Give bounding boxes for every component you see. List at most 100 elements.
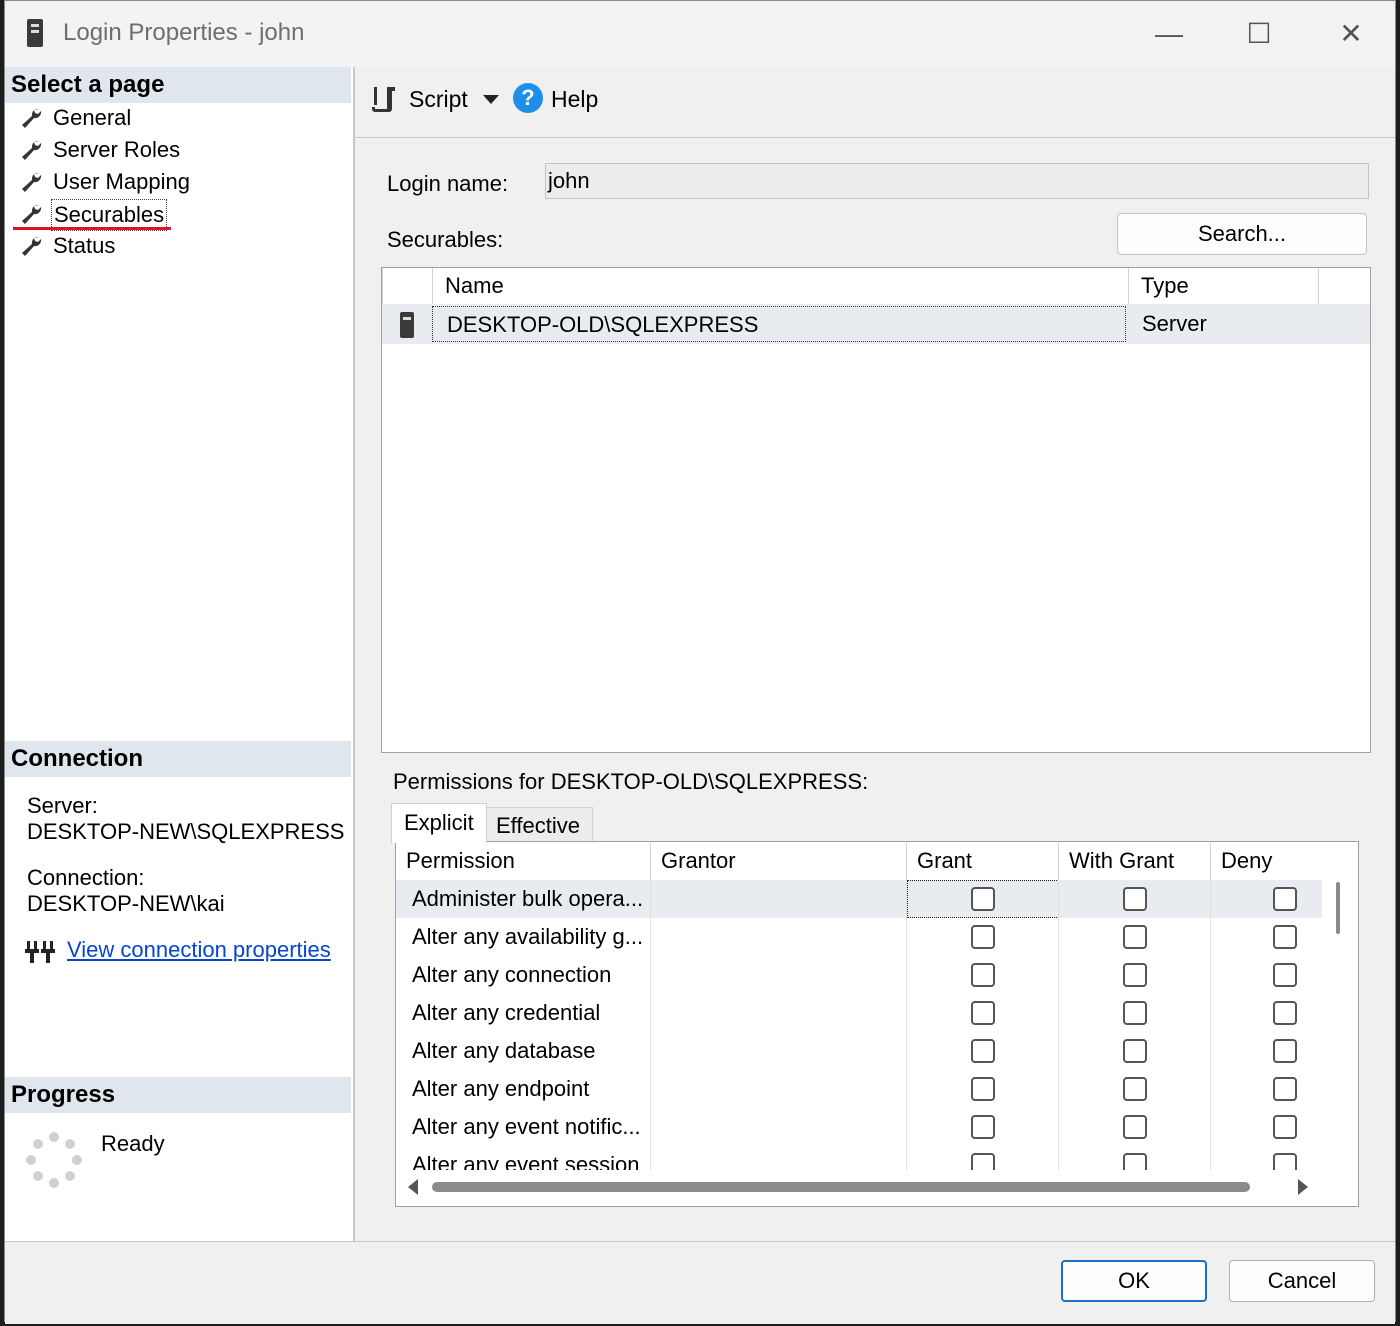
column-header-grant[interactable]: Grant bbox=[906, 842, 1058, 880]
cell-grantor bbox=[650, 994, 906, 1032]
minimize-button[interactable]: — bbox=[1149, 17, 1189, 51]
column-header-grantor[interactable]: Grantor bbox=[650, 842, 906, 880]
view-connection-properties-link[interactable]: View connection properties bbox=[67, 937, 331, 963]
table-row[interactable]: Alter any availability g... bbox=[396, 918, 1322, 956]
nav-item-label: Server Roles bbox=[53, 137, 181, 162]
grant-checkbox[interactable] bbox=[971, 1001, 995, 1025]
with-grant-checkbox[interactable] bbox=[1123, 1001, 1147, 1025]
maximize-button[interactable]: ☐ bbox=[1239, 17, 1279, 51]
cell-grantor bbox=[650, 1070, 906, 1108]
deny-checkbox[interactable] bbox=[1273, 1039, 1297, 1063]
permissions-grid-header: Permission Grantor Grant With Grant Deny bbox=[396, 842, 1322, 880]
active-page-underline bbox=[13, 227, 171, 230]
ok-button[interactable]: OK bbox=[1061, 1260, 1207, 1302]
cell-deny bbox=[1210, 956, 1322, 994]
cell-with-grant bbox=[1058, 1032, 1210, 1070]
cell-with-grant bbox=[1058, 994, 1210, 1032]
cell-with-grant bbox=[1058, 880, 1210, 918]
cell-grant bbox=[906, 1108, 1058, 1146]
cell-with-grant bbox=[1058, 918, 1210, 956]
with-grant-checkbox[interactable] bbox=[1123, 1039, 1147, 1063]
cell-deny bbox=[1210, 918, 1322, 956]
with-grant-checkbox[interactable] bbox=[1123, 1077, 1147, 1101]
connection-properties-icon bbox=[25, 941, 55, 963]
grant-checkbox[interactable] bbox=[971, 963, 995, 987]
table-row[interactable]: Alter any connection bbox=[396, 956, 1322, 994]
vertical-scroll-thumb[interactable] bbox=[1336, 882, 1340, 934]
scroll-right-arrow-icon[interactable] bbox=[1298, 1179, 1308, 1195]
table-row[interactable]: Alter any endpoint bbox=[396, 1070, 1322, 1108]
cell-permission: Alter any credential bbox=[412, 1000, 601, 1025]
deny-checkbox[interactable] bbox=[1273, 925, 1297, 949]
cell-with-grant bbox=[1058, 1108, 1210, 1146]
with-grant-checkbox[interactable] bbox=[1123, 963, 1147, 987]
focused-cell bbox=[907, 880, 1059, 918]
deny-checkbox[interactable] bbox=[1273, 1077, 1297, 1101]
securables-grid: Name Type DESKTOP-OLD\SQLEXPRESS Server bbox=[381, 267, 1371, 753]
help-icon[interactable]: ? bbox=[513, 83, 543, 113]
deny-checkbox[interactable] bbox=[1273, 1115, 1297, 1139]
scroll-left-arrow-icon[interactable] bbox=[408, 1179, 418, 1195]
deny-checkbox[interactable] bbox=[1273, 1001, 1297, 1025]
cancel-button[interactable]: Cancel bbox=[1229, 1260, 1375, 1302]
cell-deny bbox=[1210, 1032, 1322, 1070]
login-name-field[interactable]: john bbox=[545, 163, 1369, 199]
table-row[interactable]: Alter any event notific... bbox=[396, 1108, 1322, 1146]
cell-permission: Alter any database bbox=[412, 1038, 596, 1063]
title-bar[interactable]: Login Properties - john — ☐ ✕ bbox=[5, 1, 1395, 67]
cell-permission: Alter any availability g... bbox=[412, 924, 644, 949]
securables-grid-header: Name Type bbox=[382, 268, 1370, 304]
with-grant-checkbox[interactable] bbox=[1123, 1115, 1147, 1139]
table-row[interactable]: DESKTOP-OLD\SQLEXPRESS Server bbox=[382, 304, 1370, 344]
cell-grant bbox=[906, 918, 1058, 956]
nav-item-label: General bbox=[53, 105, 132, 130]
dialog-footer: OK Cancel bbox=[5, 1241, 1395, 1324]
select-page-header: Select a page bbox=[5, 67, 351, 103]
close-button[interactable]: ✕ bbox=[1331, 17, 1371, 51]
table-row[interactable]: Alter any database bbox=[396, 1032, 1322, 1070]
tab-explicit[interactable]: Explicit bbox=[391, 803, 487, 843]
cell-deny bbox=[1210, 1108, 1322, 1146]
grant-checkbox[interactable] bbox=[971, 1115, 995, 1139]
column-header-with-grant[interactable]: With Grant bbox=[1058, 842, 1210, 880]
grant-checkbox[interactable] bbox=[971, 1039, 995, 1063]
column-header-name[interactable]: Name bbox=[432, 268, 1128, 304]
vertical-scrollbar[interactable] bbox=[1328, 880, 1358, 1170]
cell-permission: Alter any endpoint bbox=[412, 1076, 590, 1101]
grant-checkbox[interactable] bbox=[971, 1077, 995, 1101]
horizontal-scroll-thumb[interactable] bbox=[432, 1182, 1250, 1192]
server-app-icon bbox=[27, 19, 43, 47]
deny-checkbox[interactable] bbox=[1273, 887, 1297, 911]
grant-checkbox[interactable] bbox=[971, 925, 995, 949]
column-header-permission[interactable]: Permission bbox=[396, 842, 650, 880]
help-button[interactable]: Help bbox=[551, 83, 598, 115]
horizontal-scrollbar[interactable] bbox=[396, 1170, 1358, 1206]
cell-with-grant bbox=[1058, 1070, 1210, 1108]
cell-deny bbox=[1210, 994, 1322, 1032]
deny-checkbox[interactable] bbox=[1273, 963, 1297, 987]
column-header-deny[interactable]: Deny bbox=[1210, 842, 1322, 880]
server-value: DESKTOP-NEW\SQLEXPRESS bbox=[27, 819, 345, 844]
permissions-grid: Permission Grantor Grant With Grant Deny… bbox=[395, 841, 1359, 1207]
tab-effective[interactable]: Effective bbox=[483, 807, 593, 843]
cell-grant bbox=[906, 1032, 1058, 1070]
script-dropdown-chevron-down-icon[interactable] bbox=[483, 95, 499, 104]
script-icon[interactable] bbox=[371, 85, 397, 113]
table-row[interactable]: Alter any credential bbox=[396, 994, 1322, 1032]
securable-type[interactable]: Server bbox=[1142, 306, 1207, 342]
cell-grantor bbox=[650, 918, 906, 956]
cell-grantor bbox=[650, 956, 906, 994]
cell-grant bbox=[906, 1070, 1058, 1108]
securable-name[interactable]: DESKTOP-OLD\SQLEXPRESS bbox=[432, 306, 1126, 342]
login-properties-window: Login Properties - john — ☐ ✕ Select a p… bbox=[4, 0, 1396, 1324]
column-header-type[interactable]: Type bbox=[1128, 268, 1318, 304]
table-row[interactable]: Administer bulk opera... bbox=[396, 880, 1322, 918]
nav-item-label: User Mapping bbox=[53, 169, 190, 194]
cell-with-grant bbox=[1058, 956, 1210, 994]
search-button[interactable]: Search... bbox=[1117, 213, 1367, 255]
with-grant-checkbox[interactable] bbox=[1123, 887, 1147, 911]
with-grant-checkbox[interactable] bbox=[1123, 925, 1147, 949]
cell-grantor bbox=[650, 1108, 906, 1146]
script-button[interactable]: Script bbox=[409, 83, 468, 115]
window-title: Login Properties - john bbox=[63, 19, 305, 46]
